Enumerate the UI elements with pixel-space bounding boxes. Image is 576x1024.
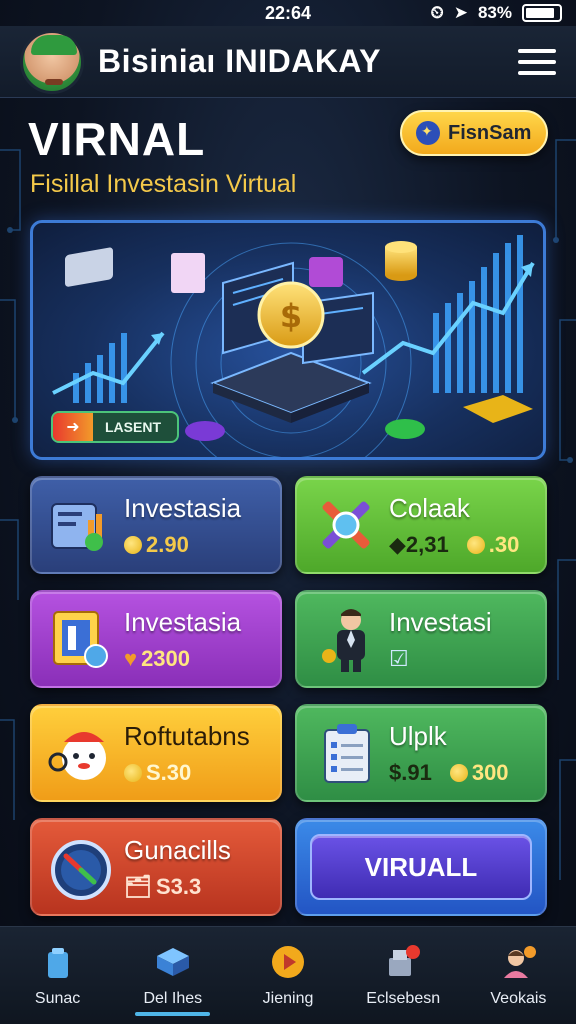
viruall-button[interactable]: VIRUALL	[310, 834, 532, 900]
fisnsam-button[interactable]: FisnSam	[400, 110, 548, 156]
coin-icon	[466, 535, 485, 554]
card-value: S.30	[146, 759, 192, 785]
cube-icon	[155, 944, 191, 980]
businessman-icon	[311, 604, 381, 674]
clipboard-icon	[311, 718, 381, 788]
status-bar: 22:64 ⏲ ➤ 83%	[0, 0, 576, 26]
coin-icon	[124, 763, 142, 782]
alarm-icon: ⏲	[430, 3, 444, 22]
gift-notification-icon	[385, 944, 421, 980]
star-badge-icon	[416, 121, 440, 145]
card-value: ◆2,31	[389, 531, 449, 557]
lasent-button-label: LASENT	[105, 419, 161, 435]
card-title: Gunacills	[124, 834, 231, 865]
nav-label: Eclsebesn	[366, 989, 441, 1007]
nav-item-eclsebesn[interactable]: Eclsebesn	[346, 927, 461, 1024]
card-title: Colaak	[389, 492, 470, 523]
card-value: 2.90	[146, 531, 189, 557]
hamburger-menu-icon[interactable]	[518, 48, 556, 75]
card-title: Roftutabns	[124, 720, 250, 751]
mascot-icon	[46, 718, 116, 788]
nav-label: Sunac	[34, 989, 81, 1007]
arrow-right-icon: ➜	[53, 413, 93, 441]
card-investasia-2[interactable]: Investasia ♥ 2300	[30, 590, 282, 688]
card-value: $.91	[389, 759, 432, 785]
fisnsam-button-label: FisnSam	[448, 121, 532, 144]
coin-icon	[124, 535, 142, 554]
nav-item-sunac[interactable]: Sunac	[0, 927, 115, 1024]
wallet-icon: 🗂	[124, 873, 152, 899]
avatar[interactable]	[20, 29, 84, 94]
nav-item-veokais[interactable]: Veokais	[461, 927, 576, 1024]
viruall-card: VIRUALL	[295, 818, 547, 916]
bottom-nav: Sunac Del Ihes Jiening Eclsebesn Veokais	[0, 926, 576, 1024]
investment-banner[interactable]: $ ➜ LASENT	[30, 220, 546, 460]
coin-icon	[449, 763, 468, 782]
nav-item-del-ihes[interactable]: Del Ihes	[115, 927, 230, 1024]
nav-label: Veokais	[490, 989, 547, 1007]
svg-text:$: $	[280, 297, 302, 335]
portfolio-chart-icon	[46, 490, 116, 560]
nav-label: Del Ihes	[143, 989, 203, 1007]
app-header: Bisiniaı INIDAKAY	[0, 26, 576, 98]
status-time: 22:64	[264, 2, 312, 23]
home-phone-icon	[40, 944, 76, 980]
tools-gear-icon	[311, 490, 381, 560]
speedometer-icon	[46, 832, 116, 902]
card-title: Investasia	[124, 492, 242, 523]
card-value: .30	[488, 531, 520, 557]
status-indicators: ⏲ ➤ 83%	[430, 3, 562, 23]
card-investasi[interactable]: Investasi ☑	[295, 590, 547, 688]
location-icon: ➤	[453, 3, 468, 22]
card-value: 2300	[141, 645, 191, 671]
card-value: S3.3	[155, 873, 202, 899]
profile-icon	[500, 944, 537, 980]
page-title: VIRNAL	[28, 113, 206, 165]
page-subtitle: Fisillal Investasin Virtual	[30, 170, 297, 198]
battery-percent: 83%	[477, 3, 512, 22]
battery-icon	[522, 4, 562, 22]
app-title: Bisiniaı INIDAKAY	[98, 43, 381, 79]
lasent-button[interactable]: ➜ LASENT	[51, 411, 179, 443]
card-colaak[interactable]: Colaak ◆2,31 .30	[295, 476, 547, 574]
card-investasia-1[interactable]: Investasia 2.90	[30, 476, 282, 574]
play-icon	[270, 944, 306, 980]
card-roftutabns[interactable]: Roftutabns S.30	[30, 704, 282, 802]
check-badge-icon: ☑	[389, 645, 409, 671]
card-value: 300	[471, 759, 509, 785]
nav-item-jiening[interactable]: Jiening	[230, 927, 345, 1024]
card-title: Investasi	[389, 606, 492, 637]
card-title: Ulplk	[389, 720, 447, 751]
frame-card-icon	[46, 604, 116, 674]
nav-label: Jiening	[262, 989, 314, 1007]
card-title: Investasia	[124, 606, 242, 637]
card-gunacills[interactable]: Gunacills 🗂 S3.3	[30, 818, 282, 916]
card-ulplk[interactable]: Ulplk $.91 300	[295, 704, 547, 802]
